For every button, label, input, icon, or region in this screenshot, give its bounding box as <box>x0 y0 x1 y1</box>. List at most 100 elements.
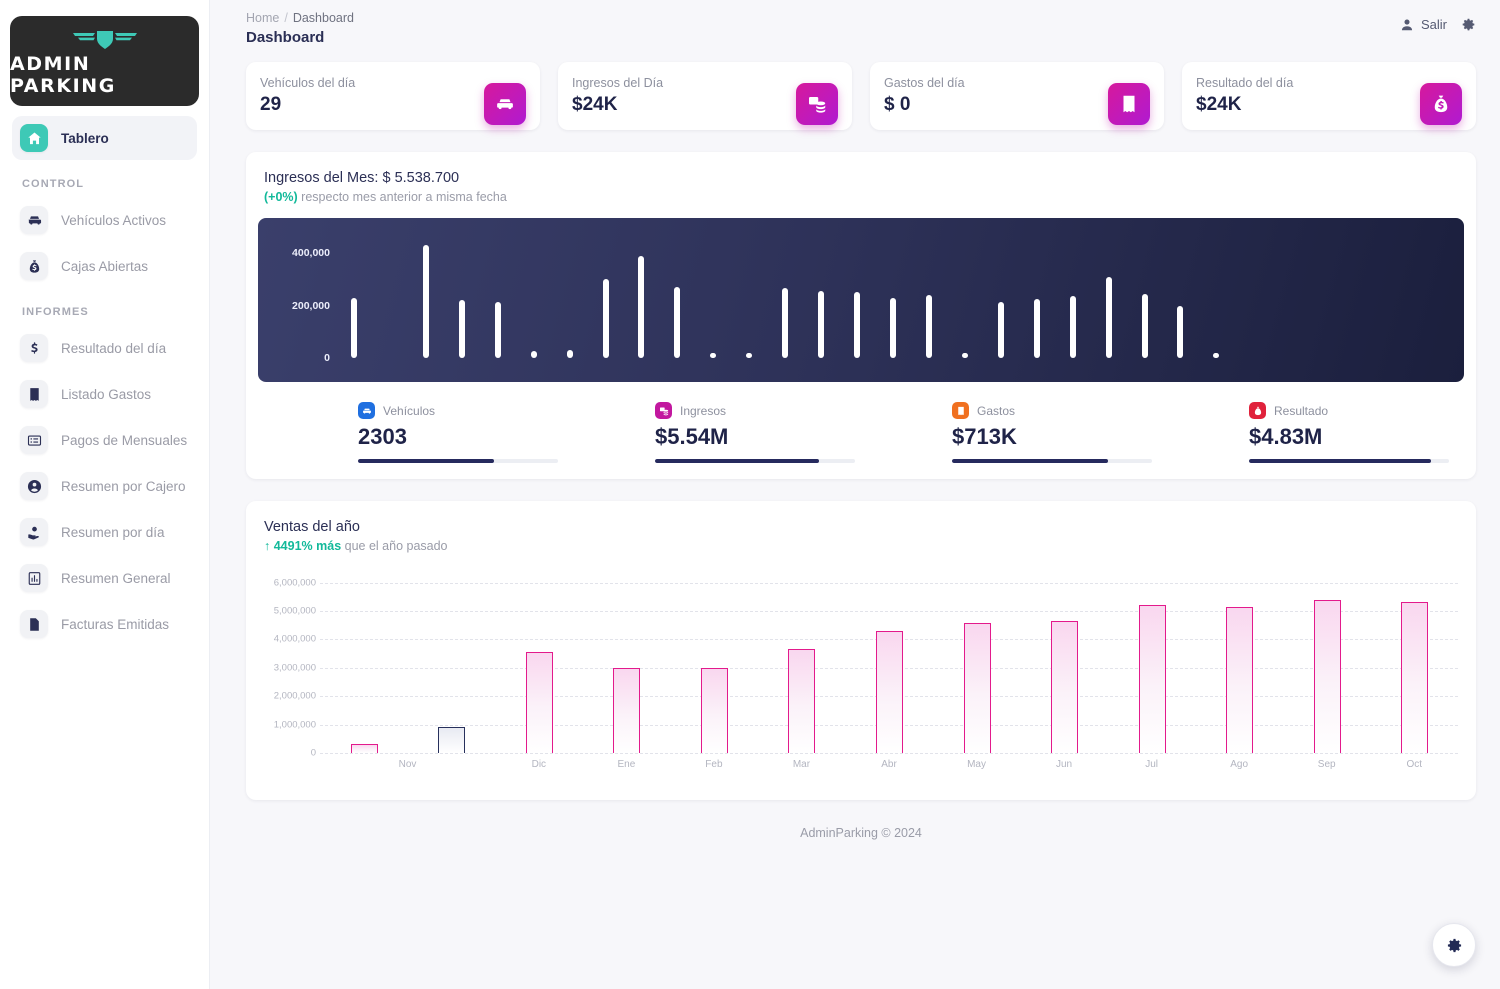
invoice-icon <box>20 610 48 638</box>
money-bag-icon <box>1420 83 1462 125</box>
car-icon <box>20 206 48 234</box>
daily-chart-y-tick: 400,000 <box>292 247 330 259</box>
metric-progress-track <box>1249 459 1449 463</box>
daily-chart-bar <box>782 288 788 358</box>
stat-text: Resultado del día $24K <box>1196 76 1293 116</box>
year-chart-bar <box>1314 600 1341 753</box>
income-delta: (+0%) <box>264 190 298 204</box>
year-chart-x-tick: Dic <box>532 759 546 770</box>
daily-chart-bar <box>1142 294 1148 358</box>
stat-card-gastos-del-dia: Gastos del día $ 0 <box>870 62 1164 130</box>
stat-text: Ingresos del Día $24K <box>572 76 663 116</box>
metric-resultado: Resultado $4.83M <box>1159 402 1456 463</box>
daily-chart-bar <box>674 287 680 358</box>
year-chart-bar <box>701 668 728 753</box>
year-chart-x-tick: Nov <box>399 759 417 770</box>
year-chart-x-tick: May <box>967 759 986 770</box>
year-chart-x-tick: Jun <box>1056 759 1072 770</box>
year-chart-y-tick: 2,000,000 <box>274 691 316 702</box>
sidebar-item-label: Tablero <box>61 131 109 146</box>
settings-fab-button[interactable] <box>1432 923 1476 967</box>
sidebar-item-vehiculos-activos[interactable]: Vehículos Activos <box>12 198 197 242</box>
daily-chart-bar <box>710 353 716 358</box>
year-chart-y-tick: 4,000,000 <box>274 634 316 645</box>
daily-chart-bar <box>638 256 644 358</box>
daily-chart-bar <box>1213 353 1219 358</box>
daily-chart-bar <box>1106 277 1112 358</box>
metric-vehiculos: Vehículos 2303 <box>266 402 565 463</box>
user-icon <box>1400 18 1414 32</box>
sidebar-item-cajas-abiertas[interactable]: Cajas Abiertas <box>12 244 197 288</box>
daily-chart-bar <box>1034 299 1040 358</box>
year-chart-y-tick: 5,000,000 <box>274 606 316 617</box>
sidebar-item-label: Facturas Emitidas <box>61 617 169 632</box>
year-chart-x-tick: Sep <box>1318 759 1336 770</box>
sidebar-item-pagos-de-mensuales[interactable]: Pagos de Mensuales <box>12 418 197 462</box>
year-chart-y-axis: 01,000,0002,000,0003,000,0004,000,0005,0… <box>258 577 316 753</box>
content: Vehículos del día 29 Ingresos del Día $2… <box>210 56 1500 840</box>
receipt-icon <box>952 402 969 419</box>
stat-text: Vehículos del día 29 <box>260 76 355 116</box>
year-chart-x-tick: Ene <box>617 759 635 770</box>
sidebar-item-resumen-por-cajero[interactable]: Resumen por Cajero <box>12 464 197 508</box>
year-chart-x-tick: Abr <box>881 759 897 770</box>
stat-card-ingresos-del-dia: Ingresos del Día $24K <box>558 62 852 130</box>
brand-logo[interactable]: ADMIN PARKING <box>10 16 199 106</box>
daily-chart-y-tick: 0 <box>324 352 330 364</box>
metric-gastos: Gastos $713K <box>862 402 1159 463</box>
metric-value: $713K <box>952 424 1159 450</box>
sidebar-item-listado-gastos[interactable]: Listado Gastos <box>12 372 197 416</box>
sidebar-item-label: Listado Gastos <box>61 387 151 402</box>
year-trend-value: 4491% más <box>274 539 341 553</box>
logout-button[interactable]: Salir <box>1400 17 1447 32</box>
metric-name: Ingresos <box>680 404 726 418</box>
sidebar-item-label: Resumen por Cajero <box>61 479 186 494</box>
daily-chart-bar <box>746 353 752 358</box>
sidebar-section-informes: INFORMES <box>12 290 197 326</box>
page-title: Dashboard <box>246 29 354 46</box>
metric-progress-track <box>358 459 558 463</box>
wings-shield-icon <box>69 25 141 51</box>
year-chart-bar <box>788 649 815 753</box>
metric-value: $4.83M <box>1249 424 1456 450</box>
sidebar-item-resultado-del-dia[interactable]: Resultado del día <box>12 326 197 370</box>
gear-icon[interactable] <box>1461 17 1476 32</box>
sidebar-item-label: Resultado del día <box>61 341 166 356</box>
income-panel: Ingresos del Mes: $ 5.538.700 (+0%) resp… <box>246 152 1476 479</box>
year-chart-x-tick: Mar <box>793 759 810 770</box>
coins-icon <box>796 83 838 125</box>
sidebar-item-facturas-emitidas[interactable]: Facturas Emitidas <box>12 602 197 646</box>
daily-income-chart: 0200,000400,000 <box>258 218 1464 382</box>
year-chart-y-tick: 6,000,000 <box>274 577 316 588</box>
sidebar: ADMIN PARKING Tablero CONTROL Vehículos … <box>0 0 210 989</box>
breadcrumb-home[interactable]: Home <box>246 11 279 25</box>
footer: AdminParking © 2024 <box>246 800 1476 840</box>
sidebar-item-label: Cajas Abiertas <box>61 259 148 274</box>
sidebar-item-label: Resumen por día <box>61 525 165 540</box>
stat-text: Gastos del día $ 0 <box>884 76 965 116</box>
dollar-icon <box>20 334 48 362</box>
stat-value: $24K <box>1196 94 1293 116</box>
daily-chart-bar <box>998 302 1004 358</box>
sidebar-item-resumen-por-dia[interactable]: Resumen por día <box>12 510 197 554</box>
daily-chart-bar <box>495 302 501 358</box>
daily-chart-bar <box>603 279 609 358</box>
daily-chart-bar <box>1177 306 1183 359</box>
coins-icon <box>655 402 672 419</box>
topbar: Home/Dashboard Dashboard Salir <box>210 0 1500 56</box>
year-chart-x-tick: Oct <box>1406 759 1422 770</box>
bar-report-icon <box>20 564 48 592</box>
sidebar-nav: Tablero CONTROL Vehículos Activos Cajas … <box>0 106 209 648</box>
sidebar-item-resumen-general[interactable]: Resumen General <box>12 556 197 600</box>
metric-progress-fill <box>358 459 494 463</box>
home-icon <box>20 124 48 152</box>
receipt-icon <box>20 380 48 408</box>
year-chart-bar <box>1226 607 1253 753</box>
sidebar-item-tablero[interactable]: Tablero <box>12 116 197 160</box>
year-chart-bar <box>526 652 553 753</box>
daily-chart-plot <box>336 232 1450 358</box>
year-chart-bar <box>1139 605 1166 753</box>
stat-value: $ 0 <box>884 94 965 116</box>
user-circle-icon <box>20 472 48 500</box>
income-panel-subtitle: (+0%) respecto mes anterior a misma fech… <box>258 186 1464 204</box>
